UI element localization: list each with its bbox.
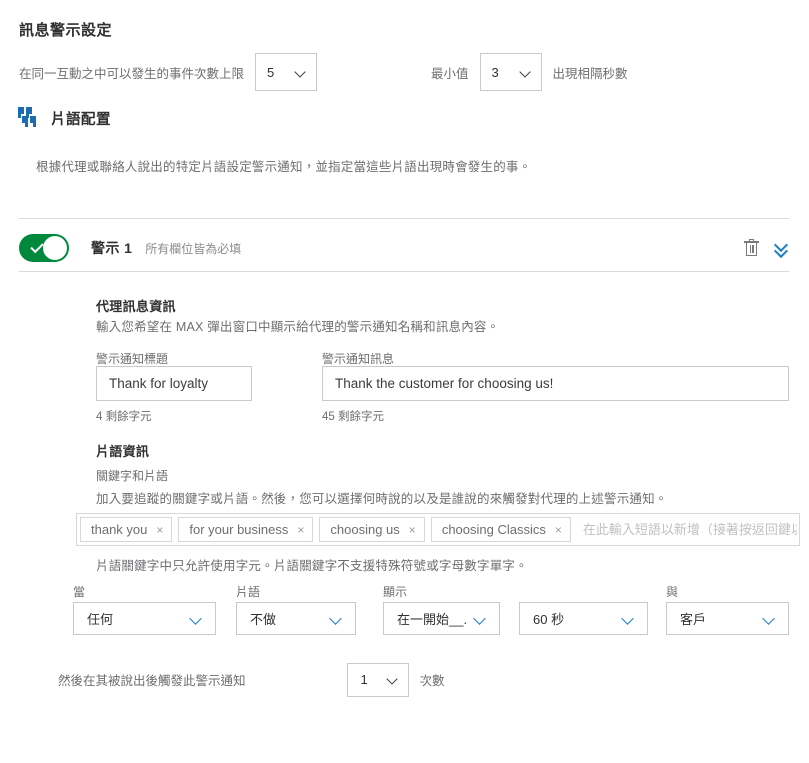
condition-display-group: 顯示 在一開始__... [383, 583, 500, 635]
divider-under-alert-header [19, 271, 789, 272]
page-title: 訊息警示設定 [19, 22, 113, 39]
tag-label: choosing Classics [441, 522, 546, 537]
trigger-row: 然後在其被說出後觸發此警示通知 1 次數 [58, 662, 789, 697]
minimum-seconds-select[interactable]: 3 [479, 53, 542, 91]
trigger-count-select[interactable]: 1 [346, 662, 409, 697]
chevron-double-down-icon[interactable] [773, 240, 789, 256]
condition-phrase-group: 片語 不做 [236, 583, 356, 635]
condition-duration-select[interactable]: 60 秒 [519, 602, 648, 635]
condition-speaker-group: 與 客戶 [666, 583, 789, 635]
trigger-count-value: 1 [360, 672, 368, 687]
chevron-down-icon [190, 612, 204, 626]
toggle-knob [43, 236, 67, 260]
agent-message-description: 輸入您希望在 MAX 彈出窗口中顯示給代理的警示通知名稱和訊息內容。 [96, 320, 500, 334]
phrase-config-title: 片語配置 [51, 111, 111, 128]
condition-phrase-select[interactable]: 不做 [236, 602, 356, 635]
tag-label: thank you [91, 522, 148, 537]
condition-speaker-select[interactable]: 客戶 [666, 602, 789, 635]
chevron-down-icon [295, 66, 308, 79]
tag-label: for your business [189, 522, 289, 537]
tag-chip[interactable]: thank you × [80, 517, 173, 542]
minimum-label: 最小值 [431, 66, 469, 81]
condition-display-value: 在一開始__... [397, 612, 468, 627]
quote-icon [17, 106, 43, 130]
max-occurrences-value: 5 [267, 64, 275, 80]
alert-title-label: 警示通知標題 [96, 352, 169, 366]
trigger-unit-label: 次數 [419, 674, 445, 688]
condition-when-value: 任何 [87, 612, 114, 627]
phrase-info-description: 加入要追蹤的關鍵字或片語。然後，您可以選擇何時說的以及是誰說的來觸發對代理的上述… [96, 492, 668, 506]
condition-speaker-label: 與 [666, 585, 679, 599]
chevron-down-icon [763, 612, 777, 626]
tag-chip[interactable]: choosing us × [319, 517, 425, 542]
condition-display-label: 顯示 [383, 585, 408, 599]
alert-title-input[interactable] [96, 366, 252, 401]
condition-duration-label [519, 583, 648, 597]
condition-duration-group: 60 秒 [519, 583, 648, 635]
message-alert-settings-page: 訊息警示設定 在同一互動之中可以發生的事件次數上限 5 最小值 3 出現相隔秒數… [0, 0, 809, 763]
alert-title-counter: 4 剩餘字元 [96, 411, 152, 423]
keywords-tag-input[interactable]: thank you × for your business × choosing… [76, 513, 800, 546]
chevron-down-icon [387, 673, 400, 686]
alert-header-row: 警示 1 所有欄位皆為必填 [19, 232, 789, 264]
trigger-text: 然後在其被說出後觸發此警示通知 [58, 674, 246, 688]
keywords-label: 關鍵字和片語 [96, 469, 169, 483]
condition-display-select[interactable]: 在一開始__... [383, 602, 500, 635]
alert-message-input[interactable] [322, 366, 789, 401]
condition-duration-value: 60 秒 [533, 612, 565, 627]
trash-icon[interactable] [744, 239, 759, 257]
condition-when-label: 當 [73, 585, 86, 599]
phrase-config-description: 根據代理或聯絡人說出的特定片語設定警示通知，並指定當這些片語出現時會發生的事。 [36, 160, 532, 174]
close-icon[interactable]: × [297, 524, 304, 536]
divider-top [19, 218, 789, 219]
new-phrase-input[interactable] [580, 514, 799, 545]
tag-label: choosing us [330, 522, 400, 537]
condition-phrase-value: 不做 [250, 612, 277, 627]
alert-message-label: 警示通知訊息 [322, 352, 395, 366]
close-icon[interactable]: × [555, 524, 562, 536]
minimum-unit-label: 出現相隔秒數 [552, 66, 628, 81]
condition-when-group: 當 任何 [73, 583, 216, 635]
alert-name: 警示 1 [91, 240, 133, 256]
alert-actions [744, 239, 789, 257]
chevron-down-icon [474, 612, 488, 626]
limits-row: 在同一互動之中可以發生的事件次數上限 5 最小值 3 出現相隔秒數 [19, 52, 789, 92]
agent-message-heading: 代理訊息資訊 [96, 299, 176, 314]
max-occurrences-select[interactable]: 5 [255, 53, 318, 91]
condition-phrase-label: 片語 [236, 585, 261, 599]
alert-enable-toggle[interactable] [19, 234, 69, 262]
close-icon[interactable]: × [409, 524, 416, 536]
chevron-down-icon [520, 66, 533, 79]
alert-required-note: 所有欄位皆為必填 [145, 241, 242, 256]
condition-speaker-value: 客戶 [680, 612, 707, 627]
tag-chip[interactable]: for your business × [178, 517, 314, 542]
chevron-down-icon [622, 612, 636, 626]
max-occurrences-label: 在同一互動之中可以發生的事件次數上限 [19, 66, 245, 81]
minimum-value: 3 [491, 64, 499, 80]
chevron-down-icon [330, 612, 344, 626]
close-icon[interactable]: × [156, 524, 163, 536]
alert-message-counter: 45 剩餘字元 [322, 411, 384, 423]
tag-chip[interactable]: choosing Classics × [430, 517, 571, 542]
phrase-rule-note: 片語關鍵字中只允許使用字元。片語關鍵字不支援特殊符號或字母數字單字。 [96, 559, 528, 573]
check-icon [30, 239, 44, 254]
condition-when-select[interactable]: 任何 [73, 602, 216, 635]
phrase-config-header: 片語配置 [17, 106, 111, 130]
phrase-info-heading: 片語資訊 [96, 444, 150, 459]
